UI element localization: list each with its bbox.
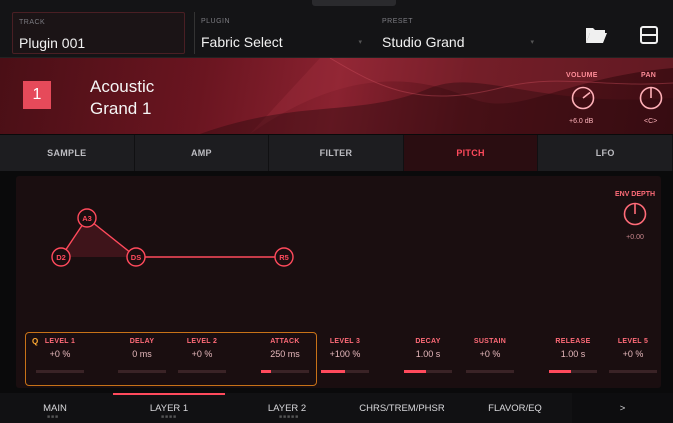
track-selector[interactable]: TRACK Plugin 001 <box>12 12 185 54</box>
node-label-ds: DS <box>131 253 141 262</box>
param-label: SUSTAIN <box>473 338 507 345</box>
envelope-node-r5[interactable]: R5 <box>274 247 294 267</box>
param-level-1[interactable]: LEVEL 1 +0 % <box>36 338 84 373</box>
layer-header: 1 Acoustic Grand 1 VOLUME +6.0 dB PAN <C… <box>0 58 673 134</box>
param-slider[interactable] <box>549 370 597 373</box>
track-value: Plugin 001 <box>19 35 86 51</box>
page-dots-indicator: ■■■■ <box>161 414 178 420</box>
save-icon[interactable] <box>636 22 662 48</box>
tab-sample[interactable]: SAMPLE <box>0 135 135 171</box>
param-label: RELEASE <box>555 338 591 345</box>
instrument-name-line2: Grand 1 <box>90 99 152 118</box>
param-label: ATTACK <box>270 338 300 345</box>
top-notch <box>312 0 396 6</box>
preset-label: PRESET <box>382 18 414 25</box>
param-level-3[interactable]: LEVEL 3 +100 % <box>321 338 369 373</box>
param-value: 1.00 s <box>560 349 586 359</box>
pan-value: <C> <box>644 118 658 125</box>
page-dots-indicator: ■■■■■ <box>279 414 300 420</box>
plugin-selector[interactable]: PLUGIN Fabric Select ▾ <box>194 12 374 54</box>
param-value: +0 % <box>479 349 501 359</box>
volume-value: +6.0 dB <box>569 118 594 125</box>
param-sustain[interactable]: SUSTAIN +0 % <box>466 338 514 373</box>
tab-amp[interactable]: AMP <box>135 135 270 171</box>
node-label-a3: A3 <box>82 214 92 223</box>
envelope-fill <box>61 218 136 257</box>
bottom-tab-label: CHRS/TREM/PHSR <box>359 402 445 414</box>
tab-filter[interactable]: FILTER <box>269 135 404 171</box>
param-attack[interactable]: ATTACK 250 ms <box>261 338 309 373</box>
param-level-5[interactable]: LEVEL 5 +0 % <box>609 338 657 373</box>
preset-dropdown-icon: ▾ <box>530 39 534 46</box>
track-label: TRACK <box>19 19 46 26</box>
param-release[interactable]: RELEASE 1.00 s <box>549 338 597 373</box>
bottom-tab-chrs-trem-phsr[interactable]: CHRS/TREM/PHSR <box>346 393 458 423</box>
param-slider[interactable] <box>321 370 369 373</box>
param-label: LEVEL 3 <box>329 338 361 345</box>
bottom-tab-layer-2[interactable]: LAYER 2 ■■■■■ <box>228 393 346 423</box>
param-label: DECAY <box>415 338 441 345</box>
node-label-r5: R5 <box>279 253 289 262</box>
envelope-node-d2[interactable]: D2 <box>51 247 71 267</box>
env-depth-label: ENV DEPTH <box>615 191 655 198</box>
bottom-tab-flavor-eq[interactable]: FLAVOR/EQ <box>458 393 572 423</box>
volume-label: VOLUME <box>566 72 598 79</box>
bottom-bar: MAIN ■■■ LAYER 1 ■■■■ LAYER 2 ■■■■■ CHRS… <box>0 393 673 423</box>
bottom-tab-main[interactable]: MAIN ■■■ <box>0 393 110 423</box>
preset-value: Studio Grand <box>382 34 465 50</box>
param-label: DELAY <box>129 338 155 345</box>
param-slider[interactable] <box>36 370 84 373</box>
param-value: 1.00 s <box>415 349 441 359</box>
param-label: LEVEL 1 <box>44 338 76 345</box>
volume-knob[interactable] <box>569 84 597 112</box>
param-value: +0 % <box>622 349 644 359</box>
param-slider[interactable] <box>466 370 514 373</box>
instrument-name: Acoustic Grand 1 <box>90 76 154 120</box>
edit-tabs: SAMPLE AMP FILTER PITCH LFO <box>0 135 673 171</box>
param-decay[interactable]: DECAY 1.00 s <box>404 338 452 373</box>
param-value: 250 ms <box>270 349 300 359</box>
param-value: 0 ms <box>132 349 152 359</box>
env-depth-knob[interactable] <box>623 202 647 226</box>
param-slider[interactable] <box>261 370 309 373</box>
bottom-tab-label: LAYER 1 <box>149 402 189 414</box>
bottom-tab-label: LAYER 2 <box>267 402 307 414</box>
tab-lfo[interactable]: LFO <box>538 135 673 171</box>
plugin-label: PLUGIN <box>201 18 231 25</box>
param-slider[interactable] <box>404 370 452 373</box>
instrument-name-line1: Acoustic <box>90 77 155 96</box>
tab-pitch[interactable]: PITCH <box>403 135 539 171</box>
param-value: +0 % <box>49 349 71 359</box>
bottom-tab-layer-1[interactable]: LAYER 1 ■■■■ <box>110 393 228 423</box>
param-label: LEVEL 2 <box>186 338 218 345</box>
param-delay[interactable]: DELAY 0 ms <box>118 338 166 373</box>
bottom-tab-label: MAIN <box>43 402 67 414</box>
chevron-right-icon: > <box>619 402 626 414</box>
param-level-2[interactable]: LEVEL 2 +0 % <box>178 338 226 373</box>
envelope-node-ds[interactable]: DS <box>126 247 146 267</box>
param-value: +0 % <box>191 349 213 359</box>
preset-selector[interactable]: PRESET Studio Grand ▾ <box>376 12 546 54</box>
bottom-tab-label: FLAVOR/EQ <box>488 402 542 414</box>
param-slider[interactable] <box>118 370 166 373</box>
pan-knob[interactable] <box>637 84 665 112</box>
param-slider[interactable] <box>178 370 226 373</box>
param-label: LEVEL 5 <box>617 338 649 345</box>
top-bar: TRACK Plugin 001 PLUGIN Fabric Select ▾ … <box>0 0 673 58</box>
env-depth-value: +0.00 <box>626 234 644 241</box>
param-slider[interactable] <box>609 370 657 373</box>
pan-label: PAN <box>641 72 657 79</box>
plugin-dropdown-icon: ▾ <box>358 39 362 46</box>
param-value: +100 % <box>329 349 361 359</box>
more-tabs-button[interactable]: > <box>572 393 673 423</box>
page-dots-indicator: ■■■ <box>47 414 60 420</box>
folder-icon[interactable] <box>583 22 609 48</box>
node-label-d2: D2 <box>56 253 66 262</box>
envelope-node-a3[interactable]: A3 <box>77 208 97 228</box>
layer-number-badge: 1 <box>23 81 51 109</box>
plugin-value: Fabric Select <box>201 34 283 50</box>
